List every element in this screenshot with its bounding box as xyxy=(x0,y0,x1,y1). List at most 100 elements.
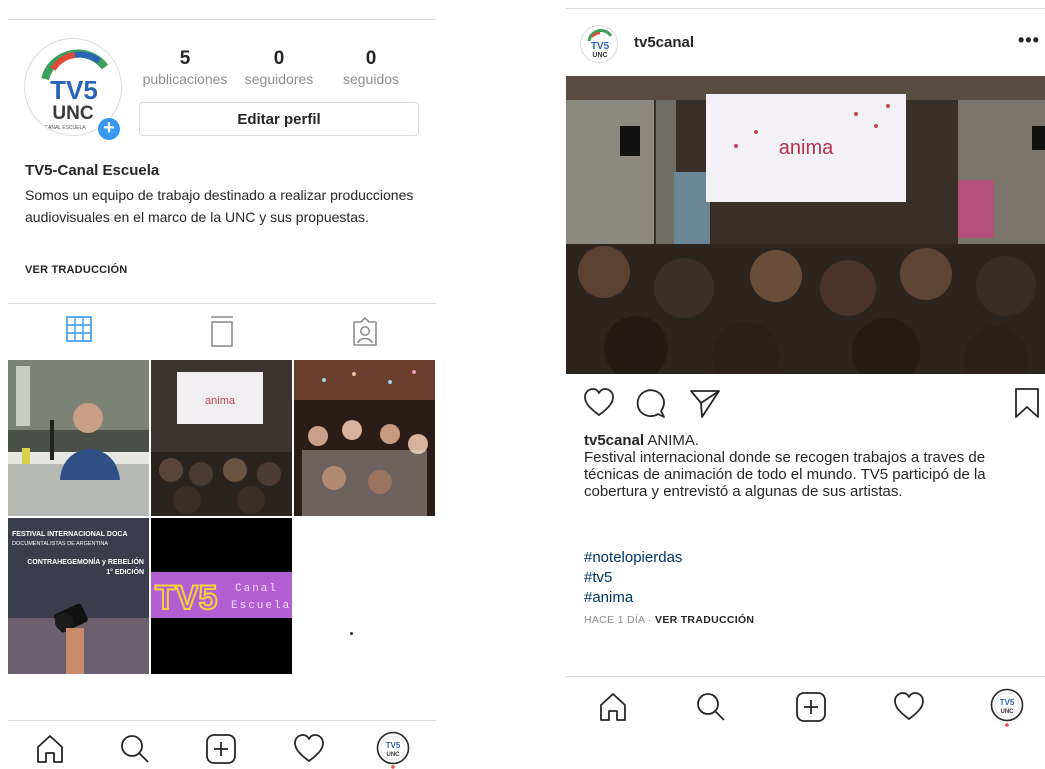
like-button[interactable] xyxy=(582,386,616,420)
comment-icon xyxy=(636,389,665,418)
post-author-avatar[interactable]: TV5 UNC xyxy=(580,25,618,63)
see-translation-link[interactable]: VER TRADUCCIÓN xyxy=(655,614,754,626)
post-timestamp: HACE 1 DÍA xyxy=(584,614,645,626)
grid-post-5[interactable]: TV5 Canal Escuela xyxy=(151,518,292,674)
home-icon xyxy=(37,735,63,763)
grid-post-3[interactable] xyxy=(294,360,435,516)
small-logo-unc: UNC xyxy=(592,52,607,59)
thumb-tv5-big: TV5 xyxy=(155,579,217,617)
thumb-screen-text: anima xyxy=(205,395,236,407)
hashtag-link[interactable]: #tv5 xyxy=(584,568,682,588)
profile-avatar-icon: TV5 UNC xyxy=(990,688,1024,727)
nav-new-post[interactable] xyxy=(794,690,828,724)
post-thumbnail-anima: anima xyxy=(151,360,292,516)
activity-heart-icon xyxy=(894,692,924,720)
nav-avatar-text-2: UNC xyxy=(1001,709,1015,715)
heart-icon xyxy=(584,388,614,416)
comment-button[interactable] xyxy=(634,386,668,420)
more-options-icon[interactable]: ••• xyxy=(1018,30,1040,51)
caption-username[interactable]: tv5canal xyxy=(584,432,644,449)
grid-post-1[interactable] xyxy=(8,360,149,516)
nav-profile[interactable]: TV5 UNC xyxy=(990,688,1024,727)
post-screen: TV5 UNC tv5canal ••• anima tv5canal ANIM… xyxy=(566,0,1045,769)
search-icon xyxy=(697,693,725,721)
nav-search[interactable] xyxy=(118,732,152,766)
nav-activity[interactable] xyxy=(292,732,326,766)
nav-avatar-text-1: TV5 xyxy=(1000,698,1015,707)
thumb-tv5-small-1: Canal xyxy=(235,583,278,595)
post-meta: HACE 1 DÍA · VER TRADUCCIÓN xyxy=(584,614,754,626)
poster-line-4: 1° EDICIÓN xyxy=(106,567,144,576)
search-icon xyxy=(121,735,149,763)
stat-following-label: seguidos xyxy=(342,71,400,87)
post-username[interactable]: tv5canal xyxy=(634,34,694,51)
post-thumbnail-festival-poster: FESTIVAL INTERNACIONAL DOCA DOCUMENTALIS… xyxy=(8,518,149,674)
profile-bio: Somos un equipo de trabajo destinado a r… xyxy=(25,187,414,225)
bookmark-icon xyxy=(1015,388,1039,418)
post-caption: tv5canal ANIMA. Festival internacional d… xyxy=(584,432,1044,500)
new-post-icon xyxy=(206,734,236,764)
poster-line-2: DOCUMENTALISTAS DE ARGENTINA xyxy=(12,541,108,547)
top-divider xyxy=(8,19,436,20)
new-post-icon xyxy=(796,692,826,722)
post-photo-screen-text: anima xyxy=(779,137,834,159)
profile-screen: TV5 UNC CANAL ESCUELA + 5 publicaciones … xyxy=(0,0,440,769)
hashtag-list: #notelopierdas #tv5 #anima xyxy=(584,548,682,608)
post-thumbnail-tv5-logo: TV5 Canal Escuela xyxy=(151,518,292,674)
stat-followers-count: 0 xyxy=(273,48,285,69)
stat-followers-label: seguidores xyxy=(244,71,314,87)
post-thumbnail-crowd xyxy=(294,360,435,516)
post-photo[interactable]: anima xyxy=(566,76,1045,374)
stat-posts[interactable]: 5 publicaciones xyxy=(139,48,231,88)
meta-separator: · xyxy=(648,614,652,626)
nav-home[interactable] xyxy=(33,732,67,766)
direct-share-icon xyxy=(690,390,720,418)
tab-grid[interactable] xyxy=(64,314,94,348)
grid-post-4[interactable]: FESTIVAL INTERNACIONAL DOCA DOCUMENTALIS… xyxy=(8,518,149,674)
nav-search[interactable] xyxy=(694,690,728,724)
nav-home[interactable] xyxy=(596,690,630,724)
igtv-icon xyxy=(211,316,233,347)
poster-line-3: CONTRAHEGEMONÍA y REBELIÓN xyxy=(27,557,144,566)
thumb-tv5-small-2: Escuela xyxy=(231,600,291,612)
profile-avatar-icon: TV5 UNC xyxy=(376,731,410,769)
tagged-icon xyxy=(353,317,377,346)
bottom-nav-divider xyxy=(8,720,436,721)
edit-profile-button[interactable]: Editar perfil xyxy=(139,102,419,136)
nav-profile[interactable]: TV5 UNC xyxy=(376,731,410,769)
small-logo-tv5: TV5 xyxy=(591,41,610,52)
poster-line-1: FESTIVAL INTERNACIONAL DOCA xyxy=(12,531,128,538)
activity-heart-icon xyxy=(294,734,324,762)
hashtag-link[interactable]: #notelopierdas xyxy=(584,548,682,568)
post-bottom-nav-divider xyxy=(566,676,1045,677)
post-thumbnail-speaker xyxy=(8,360,149,516)
nav-new-post[interactable] xyxy=(204,732,238,766)
save-button[interactable] xyxy=(1010,386,1044,420)
grid-icon xyxy=(66,316,92,342)
tab-tagged[interactable] xyxy=(350,314,380,348)
hashtag-link[interactable]: #anima xyxy=(584,588,682,608)
post-top-divider xyxy=(566,8,1045,9)
stat-posts-count: 5 xyxy=(179,48,191,69)
stat-following-count: 0 xyxy=(365,48,377,69)
home-icon xyxy=(600,693,626,721)
logo-tagline: CANAL ESCUELA xyxy=(44,125,86,131)
stat-followers[interactable]: 0 seguidores xyxy=(233,48,325,88)
stat-following[interactable]: 0 seguidos xyxy=(325,48,417,88)
add-story-badge[interactable]: + xyxy=(96,116,122,142)
post-photo-anima-screening: anima xyxy=(566,76,1045,374)
logo-text-unc: UNC xyxy=(52,103,93,124)
nav-activity[interactable] xyxy=(892,690,926,724)
tabs-divider xyxy=(8,303,436,304)
stat-posts-label: publicaciones xyxy=(142,71,228,87)
share-button[interactable] xyxy=(688,386,722,420)
tab-igtv[interactable] xyxy=(207,314,237,348)
tv5-unc-logo-small: TV5 UNC xyxy=(587,29,613,59)
nav-avatar-text-1: TV5 xyxy=(386,741,401,750)
grid-post-2[interactable]: anima xyxy=(151,360,292,516)
see-translation-link[interactable]: VER TRADUCCIÓN xyxy=(25,264,127,276)
profile-name: TV5-Canal Escuela xyxy=(25,162,160,179)
nav-avatar-text-2: UNC xyxy=(387,752,401,758)
stray-dot xyxy=(350,632,353,635)
logo-text-tv5: TV5 xyxy=(50,75,98,105)
